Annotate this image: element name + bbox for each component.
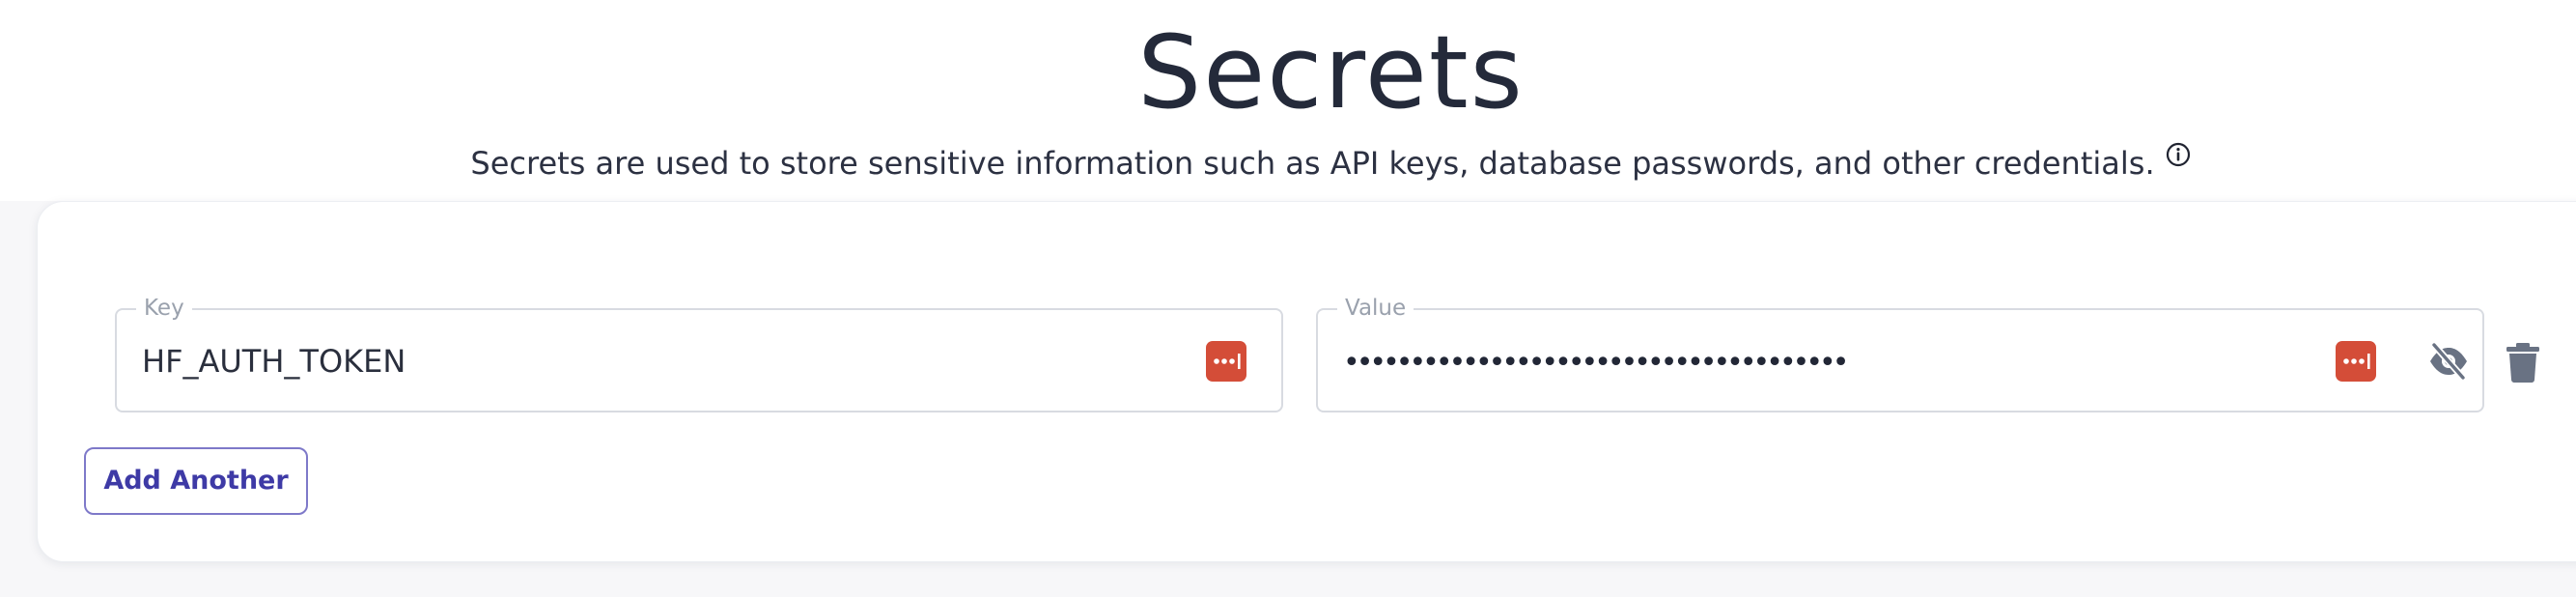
secrets-card: Key HF_AUTH_TOKEN Value ••••••••••••••••… bbox=[37, 201, 2576, 562]
add-another-button[interactable]: Add Another bbox=[84, 447, 308, 515]
info-circle-icon[interactable] bbox=[2165, 141, 2192, 168]
secret-value-label: Value bbox=[1337, 294, 1414, 323]
secret-key-field[interactable]: Key HF_AUTH_TOKEN bbox=[115, 294, 1283, 412]
password-manager-icon[interactable] bbox=[1206, 341, 1246, 382]
secret-value-field[interactable]: Value ••••••••••••••••••••••••••••••••••… bbox=[1316, 294, 2484, 412]
page-description-text: Secrets are used to store sensitive info… bbox=[470, 145, 2155, 182]
page-header: Secrets Secrets are used to store sensit… bbox=[0, 0, 2576, 201]
page-description: Secrets are used to store sensitive info… bbox=[0, 141, 2576, 185]
password-manager-icon[interactable] bbox=[2336, 341, 2376, 382]
eye-slash-icon[interactable] bbox=[2426, 339, 2471, 384]
trash-icon[interactable] bbox=[2504, 341, 2542, 384]
secret-key-label: Key bbox=[136, 294, 192, 323]
page-title: Secrets bbox=[1137, 14, 1525, 131]
secret-key-input[interactable]: HF_AUTH_TOKEN bbox=[142, 339, 406, 384]
secret-value-input[interactable]: •••••••••••••••••••••••••••••••••••••• bbox=[1343, 341, 1849, 385]
